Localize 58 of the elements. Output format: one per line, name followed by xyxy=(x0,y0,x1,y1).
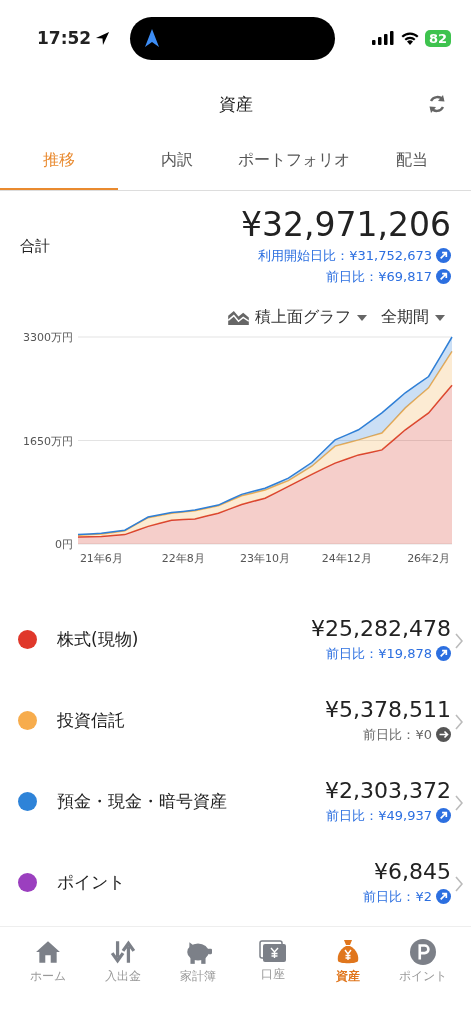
asset-row[interactable]: 株式(現物) ¥25,282,478 前日比：¥19,878 xyxy=(0,599,471,680)
y-axis-label: 1650万円 xyxy=(23,434,73,448)
asset-row[interactable]: ポイント ¥6,845 前日比：¥2 xyxy=(0,842,471,923)
trend-arrow-icon xyxy=(436,269,451,284)
asset-name: 預金・現金・暗号資産 xyxy=(57,790,227,813)
chart-type-dropdown[interactable]: 積上面グラフ xyxy=(228,307,367,328)
asset-amount: ¥6,845 xyxy=(374,858,451,886)
location-arrow-icon xyxy=(95,30,111,46)
change-text: 前日比：¥0 xyxy=(363,725,432,744)
area-chart-icon xyxy=(228,310,249,325)
trend-arrow-icon xyxy=(436,889,451,904)
x-axis-label: 23年10月 xyxy=(240,552,290,565)
battery-indicator: 82 xyxy=(424,29,451,47)
trend-arrow-icon xyxy=(436,646,451,661)
trend-arrow-icon xyxy=(436,727,451,742)
asset-name: 投資信託 xyxy=(57,709,125,732)
x-axis-label: 21年6月 xyxy=(79,552,123,565)
money-bag-icon xyxy=(336,939,361,965)
asset-row[interactable]: 投資信託 ¥5,378,511 前日比：¥0 xyxy=(0,680,471,761)
navigation-arrow-icon xyxy=(145,29,160,47)
wifi-icon xyxy=(400,31,419,45)
caret-icon xyxy=(357,314,367,321)
total-label: 合計 xyxy=(20,236,50,256)
chevron-icon xyxy=(455,632,463,649)
y-axis-label: 3300万円 xyxy=(23,331,73,344)
home-icon xyxy=(34,939,61,965)
tab[interactable]: ポートフォリオ xyxy=(235,132,354,190)
asset-amount: ¥5,378,511 xyxy=(325,696,451,724)
trend-arrow-icon xyxy=(436,808,451,823)
yen-card-icon xyxy=(259,939,288,963)
x-axis-label: 26年2月 xyxy=(407,552,451,565)
trend-arrow-icon xyxy=(436,248,451,263)
chevron-icon xyxy=(455,713,463,730)
up-down-arrows-icon xyxy=(109,939,136,965)
page-title: 資産 xyxy=(218,92,253,116)
point-coin-icon xyxy=(410,939,437,965)
change-text: 前日比：¥69,817 xyxy=(326,267,432,286)
asset-name: ポイント xyxy=(57,871,125,894)
change-text: 前日比：¥2 xyxy=(363,887,432,906)
asset-amount: ¥25,282,478 xyxy=(311,615,451,643)
change-text: 前日比：¥49,937 xyxy=(326,806,432,825)
chevron-icon xyxy=(455,794,463,811)
asset-row[interactable]: 預金・現金・暗号資産 ¥2,303,372 前日比：¥49,937 xyxy=(0,761,471,842)
signal-icon xyxy=(371,31,394,45)
period-dropdown[interactable]: 全期間 xyxy=(381,307,445,328)
chevron-icon xyxy=(455,875,463,892)
y-axis-label: 0円 xyxy=(55,538,73,551)
change-text: 利用開始日比：¥31,752,673 xyxy=(258,246,432,265)
status-time: 17:52 xyxy=(37,28,92,48)
caret-icon xyxy=(435,314,445,321)
total-amount: ¥32,971,206 xyxy=(241,205,451,245)
asset-name: 株式(現物) xyxy=(57,628,139,651)
asset-amount: ¥2,303,372 xyxy=(325,777,451,805)
x-axis-label: 22年8月 xyxy=(161,552,205,565)
change-text: 前日比：¥19,878 xyxy=(326,644,432,663)
tab[interactable]: 内訳 xyxy=(117,132,236,190)
x-axis-label: 24年12月 xyxy=(321,552,372,565)
tab[interactable]: 配当 xyxy=(353,132,471,190)
